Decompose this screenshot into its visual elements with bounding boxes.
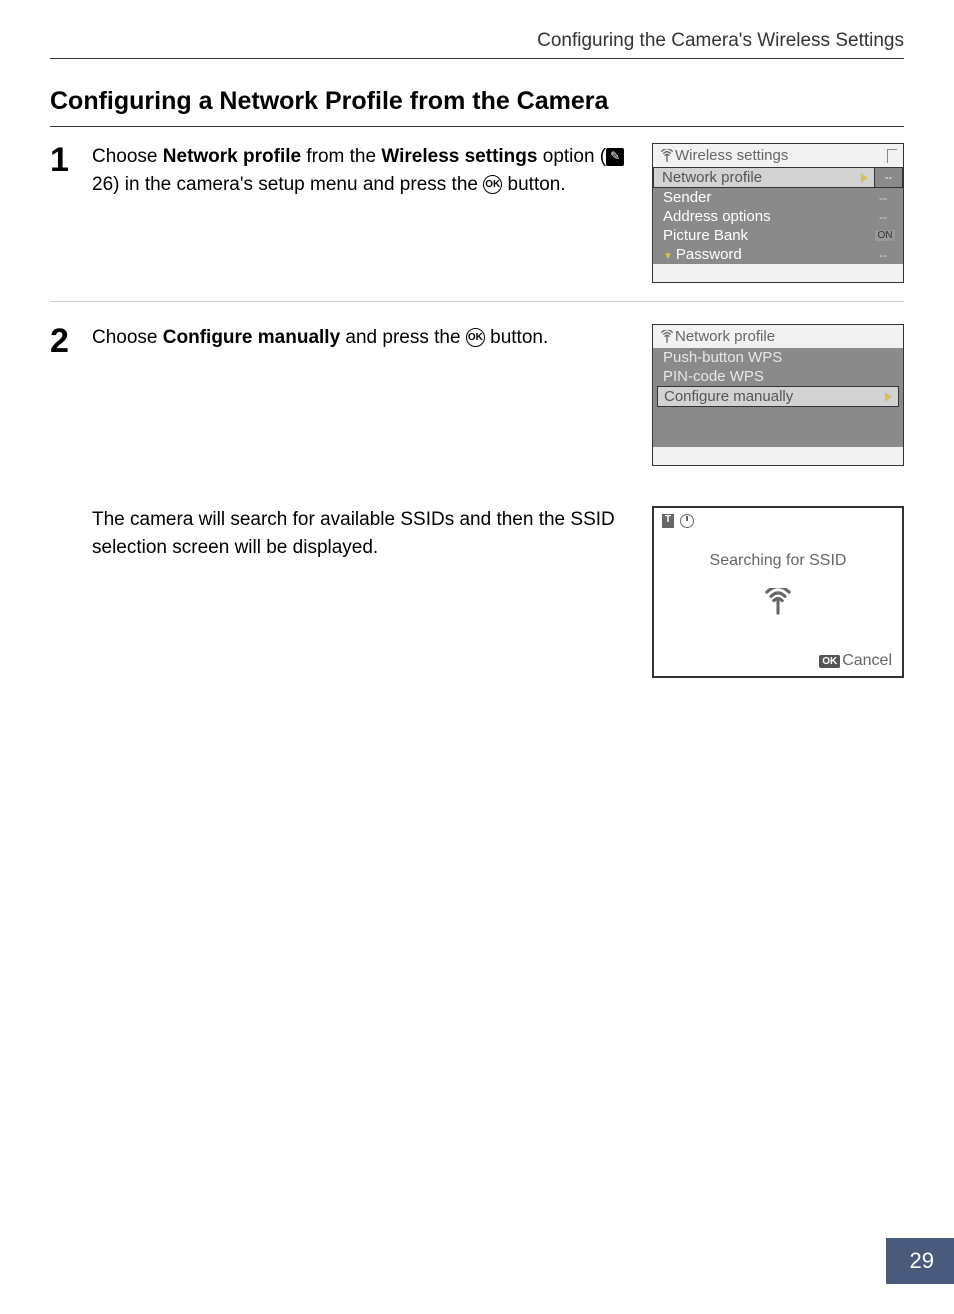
camera-screen-1: Wireless settings Network profile -- Sen… [652,143,904,283]
screen-status-bar [662,514,894,528]
substep-text: The camera will search for available SSI… [92,506,644,678]
section-title: Configuring a Network Profile from the C… [50,87,904,127]
text: ) in the camera's setup menu and press t… [113,174,483,195]
menu-label: Picture Bank [663,227,748,244]
menu-item: ▼Password -- [653,245,903,264]
screen-footer [653,264,903,282]
wireless-icon [659,330,675,344]
step-number: 2 [50,324,92,358]
menu-label: Sender [663,189,711,206]
menu-item: Sender -- [653,188,903,207]
menu-item-selected: Network profile -- [653,167,903,188]
menu-body: Network profile -- Sender -- Address opt… [653,167,903,264]
screen-header: Network profile [653,325,903,348]
text: option ( [537,146,606,167]
menu-value: -- [871,210,895,224]
menu-item-selected: Configure manually [657,386,899,407]
menu-label: Password [676,246,742,263]
wireless-icon [659,149,675,163]
searching-message: Searching for SSID [662,552,894,570]
ok-button-icon: OK [483,175,502,194]
bold-text: Configure manually [163,327,340,348]
ok-button-icon: OK [466,328,485,347]
screen-title: Network profile [675,328,775,345]
step-2-text: Choose Configure manually and press the … [92,324,644,352]
menu-label: Network profile [662,169,762,186]
step-1-text: Choose Network profile from the Wireless… [92,143,644,198]
text: Choose [92,327,163,348]
text: from the [301,146,381,167]
menu-body: Push-button WPS PIN-code WPS Configure m… [653,348,903,447]
menu-label: Push-button WPS [663,349,782,366]
menu-label: Configure manually [664,388,793,405]
menu-value: -- [875,167,903,188]
cancel-label: Cancel [842,652,892,670]
text: button. [485,327,548,348]
bold-text: Wireless settings [381,146,537,167]
menu-item: PIN-code WPS [653,367,903,386]
step-1: 1 Choose Network profile from the Wirele… [50,143,904,302]
reference-icon: ✎ [606,148,624,166]
wireless-searching-icon [662,588,894,623]
bold-text: Network profile [163,146,301,167]
t-icon [662,514,674,528]
arrow-right-icon [861,173,868,183]
menu-value: -- [871,248,895,262]
step-number: 1 [50,143,92,177]
reference-number: 26 [92,174,113,195]
text: Choose [92,146,163,167]
screen-footer [653,447,903,465]
menu-value: -- [871,191,895,205]
menu-value: ON [875,230,895,241]
clock-icon [680,514,694,528]
scroll-down-icon: ▼ [663,251,673,262]
menu-label: Address options [663,208,771,225]
arrow-right-icon [885,392,892,402]
camera-screen-3: Searching for SSID OK Cancel [652,506,904,678]
menu-item: Push-button WPS [653,348,903,367]
corner-icon [887,149,897,163]
menu-item: Picture Bank ON [653,226,903,245]
screen-title: Wireless settings [675,147,788,164]
menu-item: Address options -- [653,207,903,226]
menu-label: PIN-code WPS [663,368,764,385]
cancel-action: OK Cancel [819,652,892,670]
page-header: Configuring the Camera's Wireless Settin… [50,30,904,59]
page-number: 29 [886,1238,954,1284]
text: and press the [340,327,466,348]
substep: . The camera will search for available S… [50,506,904,678]
text: button. [502,174,565,195]
camera-screen-2: Network profile Push-button WPS PIN-code… [652,324,904,466]
step-2: 2 Choose Configure manually and press th… [50,324,904,484]
screen-header: Wireless settings [653,144,903,167]
ok-badge-icon: OK [819,655,840,668]
